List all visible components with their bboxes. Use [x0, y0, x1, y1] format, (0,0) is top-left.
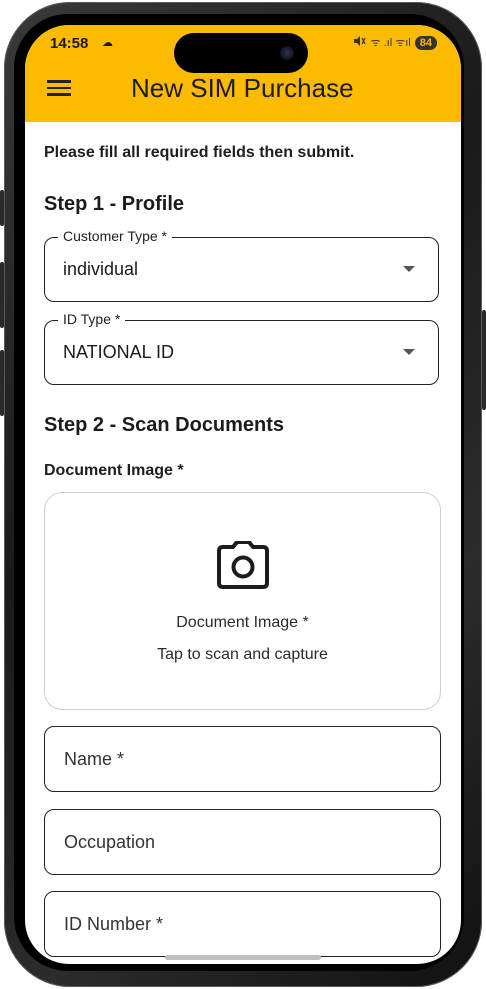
- name-field[interactable]: [44, 726, 441, 792]
- customer-type-select[interactable]: Customer Type * individual: [44, 228, 439, 302]
- battery-indicator: 84: [414, 35, 437, 50]
- screen: 14:58 ☁ ᯤ .ıl ᯤıl 84 New SIM Purchase Pl…: [25, 25, 461, 964]
- customer-type-label: Customer Type *: [58, 228, 173, 244]
- document-image-label: Document Image *: [44, 462, 184, 479]
- camera-icon: [217, 541, 269, 589]
- id-type-label: ID Type *: [58, 311, 126, 327]
- status-indicators: ᯤ .ıl ᯤıl 84: [353, 35, 437, 50]
- hamburger-icon-bar: [47, 80, 71, 83]
- id-type-select[interactable]: ID Type * NATIONAL ID: [44, 311, 439, 385]
- hamburger-icon-bar: [47, 86, 71, 89]
- cloud-notification-icon: ☁: [102, 37, 113, 49]
- document-box-title: Document Image *: [176, 614, 309, 631]
- front-camera-icon: [280, 46, 294, 60]
- app-bar: 14:58 ☁ ᯤ .ıl ᯤıl 84 New SIM Purchase: [25, 25, 461, 122]
- step1-heading: Step 1 - Profile: [44, 193, 185, 215]
- id-number-field[interactable]: [44, 891, 441, 957]
- hamburger-icon-bar: [47, 93, 71, 96]
- form-instructions: Please fill all required fields then sub…: [44, 144, 355, 161]
- dynamic-island: [174, 33, 308, 73]
- menu-button[interactable]: [47, 77, 71, 97]
- phone-power-button: [482, 310, 486, 410]
- phone-action-button: [0, 190, 4, 226]
- dropdown-arrow-icon: [403, 266, 415, 272]
- phone-volume-up-button: [0, 262, 4, 328]
- page-title: New SIM Purchase: [131, 73, 354, 103]
- step2-heading: Step 2 - Scan Documents: [44, 414, 285, 436]
- document-scan-area[interactable]: Document Image * Tap to scan and capture: [44, 492, 441, 710]
- occupation-field[interactable]: [44, 809, 441, 875]
- signal-icons: ᯤ .ıl ᯤıl: [370, 37, 411, 49]
- customer-type-value: individual: [63, 259, 139, 279]
- dropdown-arrow-icon: [403, 349, 415, 355]
- mute-icon: [353, 35, 367, 50]
- status-time: 14:58: [50, 35, 89, 52]
- id-number-input[interactable]: [45, 892, 440, 956]
- phone-volume-down-button: [0, 350, 4, 416]
- id-type-value: NATIONAL ID: [63, 342, 175, 362]
- occupation-input[interactable]: [45, 810, 440, 874]
- document-box-hint: Tap to scan and capture: [157, 646, 328, 663]
- name-input[interactable]: [45, 727, 440, 791]
- home-indicator[interactable]: [165, 955, 321, 960]
